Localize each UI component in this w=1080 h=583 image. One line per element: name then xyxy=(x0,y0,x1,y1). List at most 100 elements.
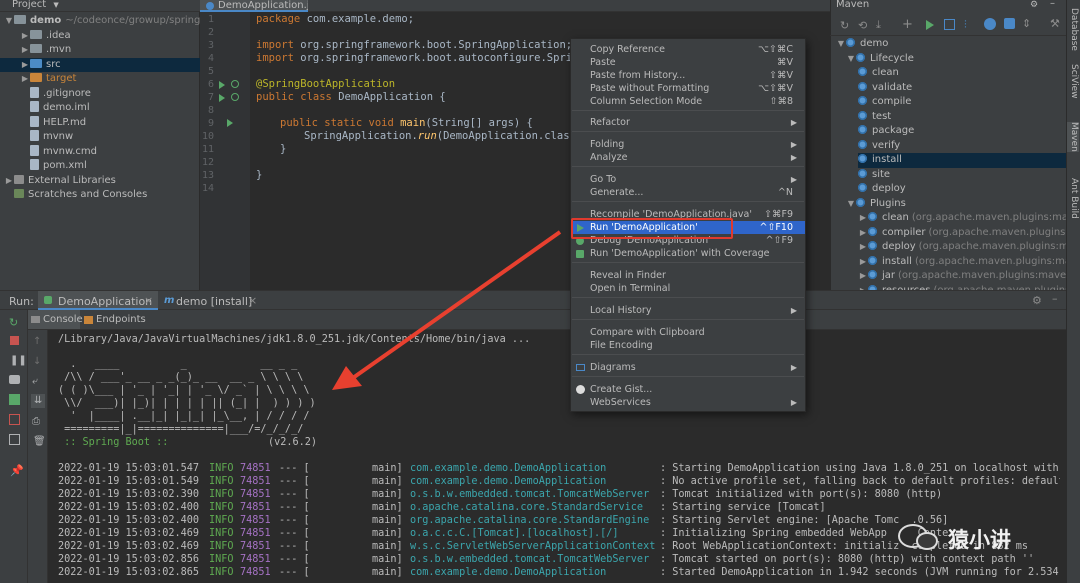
reload-icon[interactable]: ↻ xyxy=(840,19,849,32)
soft-wrap-icon[interactable]: ⤶ xyxy=(32,376,38,387)
chevron-right-icon[interactable]: ▶ xyxy=(4,174,14,189)
tab-demo-application[interactable]: DemoApplication.java × xyxy=(200,0,308,12)
tree-item-mvnw[interactable]: mvnw xyxy=(0,130,200,145)
menu-item-reveal[interactable]: Reveal in Finder xyxy=(571,269,805,282)
menu-item-analyze[interactable]: Analyze ▶ xyxy=(571,151,805,164)
maven-goal-package[interactable]: package xyxy=(858,124,1066,139)
rerun-icon[interactable]: ↻ xyxy=(9,316,18,329)
show-dependencies-icon[interactable] xyxy=(1004,18,1015,29)
download-icon[interactable]: ⤓ xyxy=(876,18,881,32)
menu-item-webservices[interactable]: WebServices ▶ xyxy=(571,396,805,409)
maven-plugin-clean[interactable]: ▶ clean(org.apache.maven.plugins:maven- xyxy=(858,211,1066,226)
maven-goal-test[interactable]: test xyxy=(858,110,1066,125)
maven-goal-install[interactable]: install xyxy=(858,153,1066,168)
menu-item-diagrams[interactable]: Diagrams ▶ xyxy=(571,361,805,374)
add-icon[interactable]: + xyxy=(902,17,913,32)
skip-tests-icon[interactable] xyxy=(984,18,996,30)
maven-project-demo[interactable]: ▼ demo xyxy=(836,37,1066,52)
maven-goal-clean[interactable]: clean xyxy=(858,66,1066,81)
collapse-icon[interactable]: ⇕ xyxy=(1022,17,1031,30)
wrench-icon[interactable]: ⚒ xyxy=(1050,17,1060,30)
menu-item-refactor[interactable]: Refactor ▶ xyxy=(571,116,805,129)
close-icon[interactable]: × xyxy=(248,294,257,307)
chevron-right-icon[interactable]: ▶ xyxy=(20,58,30,73)
menu-item-go-to[interactable]: Go To ▶ xyxy=(571,173,805,186)
maven-lifecycle[interactable]: ▼ Lifecycle xyxy=(846,52,1066,67)
chevron-right-icon[interactable]: ▶ xyxy=(858,240,868,255)
tree-item--gitignore[interactable]: .gitignore xyxy=(0,86,200,102)
tree-item-help-md[interactable]: HELP.md xyxy=(0,115,200,131)
chevron-down-icon[interactable]: ▼ xyxy=(846,197,856,212)
minimize-icon[interactable]: – xyxy=(1050,0,1055,9)
menu-item-coverage[interactable]: Run 'DemoApplication' with Coverage xyxy=(571,247,805,260)
maven-goal-compile[interactable]: compile xyxy=(858,95,1066,110)
execute-goal-icon[interactable] xyxy=(944,19,955,30)
chevron-right-icon[interactable]: ▶ xyxy=(20,72,30,87)
settings-icon[interactable]: ⚙ xyxy=(1030,0,1038,10)
chevron-down-icon[interactable]: ▼ xyxy=(53,1,58,9)
right-tab-maven[interactable]: Maven xyxy=(1067,122,1079,152)
maven-plugin-jar[interactable]: ▶ jar(org.apache.maven.plugins:maven-ja xyxy=(858,269,1066,284)
menu-item-column-selection[interactable]: Column Selection Mode ⇧⌘8 xyxy=(571,95,805,108)
chevron-right-icon[interactable]: ▶ xyxy=(858,269,868,284)
trash-icon[interactable]: 🗑 xyxy=(33,436,46,447)
run-tab-demo-install[interactable]: m demo [install] × xyxy=(164,291,274,310)
chevron-right-icon[interactable]: ▶ xyxy=(20,29,30,44)
chevron-right-icon[interactable]: ▶ xyxy=(858,211,868,226)
right-tab-sciview[interactable]: SciView xyxy=(1067,64,1079,99)
project-panel-header[interactable]: Project ▼ xyxy=(0,0,200,12)
menu-item-terminal[interactable]: Open in Terminal xyxy=(571,282,805,295)
restore-layout-icon[interactable] xyxy=(9,394,20,405)
maven-goal-validate[interactable]: validate xyxy=(858,81,1066,96)
minimize-icon[interactable]: – xyxy=(1052,292,1058,305)
pause-icon[interactable]: ❚❚ xyxy=(10,355,27,366)
run-icon[interactable] xyxy=(926,20,934,30)
run-gutter-icon[interactable] xyxy=(227,119,233,127)
tree-item-external-libraries[interactable]: ▶ External Libraries xyxy=(0,174,200,189)
tree-item-pom-xml[interactable]: pom.xml xyxy=(0,159,200,174)
layout-icon[interactable] xyxy=(9,434,20,445)
menu-item-encoding[interactable]: File Encoding xyxy=(571,339,805,352)
chevron-down-icon[interactable]: ▼ xyxy=(836,37,846,52)
maven-plugin-compiler[interactable]: ▶ compiler(org.apache.maven.plugins:mave xyxy=(858,226,1066,241)
tree-item--mvn[interactable]: ▶ .mvn xyxy=(0,43,200,58)
maven-goal-site[interactable]: site xyxy=(858,168,1066,183)
toggle-offline-icon[interactable]: ⫶ xyxy=(964,18,967,32)
close-icon[interactable]: × xyxy=(144,294,153,307)
tree-item-demo[interactable]: ▼ demo ~/codeonce/growup/springbo xyxy=(0,14,200,29)
menu-item-generate[interactable]: Generate... ^N xyxy=(571,186,805,199)
stop-icon[interactable] xyxy=(10,336,19,345)
tree-item-scratches-and-consoles[interactable]: Scratches and Consoles xyxy=(0,188,200,203)
run-tab-demo-application[interactable]: DemoApplication × xyxy=(38,291,158,310)
camera-icon[interactable] xyxy=(9,375,20,384)
scroll-to-end-icon[interactable]: ⇊ xyxy=(31,394,45,408)
menu-item-gist[interactable]: Create Gist... xyxy=(571,383,805,396)
chevron-down-icon[interactable]: ▼ xyxy=(846,52,856,67)
tree-item-mvnw-cmd[interactable]: mvnw.cmd xyxy=(0,144,200,160)
print-icon[interactable]: ⎙ xyxy=(32,416,40,427)
settings-icon[interactable]: ⚙ xyxy=(1032,294,1042,307)
tree-item--idea[interactable]: ▶ .idea xyxy=(0,29,200,44)
generate-sources-icon[interactable]: ⟲ xyxy=(858,19,867,32)
down-icon[interactable]: ↓ xyxy=(33,356,41,367)
maven-goal-deploy[interactable]: deploy xyxy=(858,182,1066,197)
chevron-down-icon[interactable]: ▼ xyxy=(4,14,14,29)
right-tab-database[interactable]: Database xyxy=(1067,8,1079,51)
run-gutter-icon[interactable] xyxy=(219,94,225,102)
chevron-right-icon[interactable]: ▶ xyxy=(858,255,868,270)
up-icon[interactable]: ↑ xyxy=(33,336,41,347)
maven-plugin-deploy[interactable]: ▶ deploy (org.apache.maven.plugins:mav xyxy=(858,240,1066,255)
exit-icon[interactable] xyxy=(9,414,20,425)
menu-item-folding[interactable]: Folding ▶ xyxy=(571,138,805,151)
maven-plugin-install[interactable]: ▶ install (org.apache.maven.plugins:mav xyxy=(858,255,1066,270)
tab-endpoints[interactable]: Endpoints xyxy=(84,310,154,329)
menu-item-paste[interactable]: Paste ⌘V xyxy=(571,56,805,69)
maven-goal-verify[interactable]: verify xyxy=(858,139,1066,154)
maven-plugins[interactable]: ▼ Plugins xyxy=(846,197,1066,212)
chevron-right-icon[interactable]: ▶ xyxy=(20,43,30,58)
run-gutter-icon[interactable] xyxy=(219,81,225,89)
tree-item-demo-iml[interactable]: demo.iml xyxy=(0,101,200,116)
right-tab-ant-build[interactable]: Ant Build xyxy=(1067,178,1079,219)
menu-item-paste-history[interactable]: Paste from History... ⇧⌘V xyxy=(571,69,805,82)
menu-item-copy-reference[interactable]: Copy Reference ⌥⇧⌘C xyxy=(571,43,805,56)
